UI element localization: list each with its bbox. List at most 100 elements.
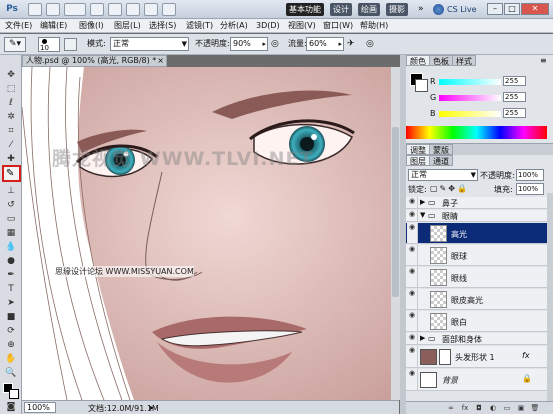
r-input[interactable]: 255	[503, 76, 526, 86]
close-icon[interactable]: ✕	[521, 3, 549, 15]
hand-icon[interactable]	[90, 3, 104, 16]
layer-eyeliner[interactable]: ◉ 眼线	[406, 267, 547, 288]
pressure-size-icon[interactable]: ◎	[366, 38, 378, 50]
mini-bridge-icon[interactable]	[46, 3, 60, 16]
menu-edit[interactable]: 编辑(E)	[40, 19, 67, 33]
link-layers-icon[interactable]: ∞	[446, 404, 456, 413]
gradient-tool-icon[interactable]: ▦	[4, 227, 18, 239]
quick-mask-icon[interactable]: ◙	[4, 401, 18, 413]
zoom-tool-icon[interactable]	[108, 3, 122, 16]
tab-masks[interactable]: 蒙版	[429, 144, 453, 155]
marquee-tool-icon[interactable]: ⬚	[4, 83, 18, 95]
workspace-photography-button[interactable]: 摄影	[386, 3, 408, 16]
chevron-right-icon[interactable]: ▶	[420, 198, 425, 206]
flow-input[interactable]: 60% ▸	[306, 37, 344, 51]
hand-tool-icon[interactable]: ✋	[4, 353, 18, 365]
tab-layers[interactable]: 图层	[406, 155, 430, 166]
visibility-eye-icon[interactable]: ◉	[407, 289, 418, 309]
adjustment-layer-icon[interactable]: ◐	[488, 404, 498, 413]
crop-tool-icon[interactable]: ⌗	[4, 125, 18, 137]
bridge-icon[interactable]	[28, 3, 42, 16]
brush-preset-picker[interactable]: 10	[38, 37, 60, 52]
add-mask-icon[interactable]: ◘	[474, 404, 484, 413]
menu-window[interactable]: 窗口(W)	[323, 19, 353, 33]
layers-scrollbar[interactable]	[547, 193, 553, 401]
menu-file[interactable]: 文件(E)	[5, 19, 32, 33]
opacity-input[interactable]: 90% ▸	[230, 37, 268, 51]
menu-3d[interactable]: 3D(D)	[256, 19, 280, 33]
visibility-eye-icon[interactable]: ◉	[407, 311, 418, 331]
healing-brush-tool-icon[interactable]: ✚	[4, 153, 18, 165]
visibility-eye-icon[interactable]: ◉	[407, 210, 418, 221]
tab-channels[interactable]: 通道	[429, 155, 453, 166]
menu-filter[interactable]: 滤镜(T)	[186, 19, 213, 33]
3d-rotate-tool-icon[interactable]: ⟳	[4, 325, 18, 337]
menu-layer[interactable]: 图层(L)	[114, 19, 141, 33]
layer-opacity-input[interactable]: 100%	[516, 169, 544, 181]
layer-group-face-body[interactable]: ◉ ▶ ▭ 面部和身体	[406, 333, 547, 345]
fx-icon[interactable]: fx	[522, 351, 530, 360]
tab-styles[interactable]: 样式	[452, 55, 476, 66]
zoom-level-icon[interactable]	[64, 3, 86, 16]
eyedropper-tool-icon[interactable]: ⁄	[4, 139, 18, 151]
vertical-scrollbar[interactable]	[391, 67, 400, 400]
minimize-icon[interactable]: –	[487, 3, 503, 15]
g-slider[interactable]	[439, 95, 501, 101]
visibility-eye-icon[interactable]: ◉	[407, 346, 418, 367]
visibility-eye-icon[interactable]: ◉	[407, 197, 418, 208]
visibility-eye-icon[interactable]: ◉	[407, 245, 418, 265]
scroll-thumb[interactable]	[392, 127, 399, 297]
tab-swatches[interactable]: 色板	[429, 55, 453, 66]
tool-preset-icon[interactable]: ✎▾	[4, 37, 26, 52]
zoom-tool-icon[interactable]: 🔍	[4, 367, 18, 379]
new-layer-icon[interactable]: ▣	[516, 404, 526, 413]
eraser-tool-icon[interactable]: ▭	[4, 213, 18, 225]
maximize-icon[interactable]: □	[504, 3, 520, 15]
3d-orbit-tool-icon[interactable]: ⊕	[4, 339, 18, 351]
b-slider[interactable]	[439, 111, 501, 117]
delete-layer-icon[interactable]: 🗑	[530, 404, 540, 413]
color-spectrum-bar[interactable]	[406, 126, 547, 139]
layer-group-nose[interactable]: ◉ ▶ ▭ 鼻子	[406, 197, 547, 209]
document-tab[interactable]: 人物.psd @ 100% (高光, RGB/8) * ×	[22, 55, 167, 67]
layer-group-eyes[interactable]: ◉ ▼ ▭ 眼睛	[406, 210, 547, 222]
color-background-swatch[interactable]	[415, 79, 428, 92]
blend-mode-select[interactable]: 正常 ▼	[408, 169, 478, 181]
move-tool-icon[interactable]: ✥	[4, 69, 18, 81]
g-input[interactable]: 255	[503, 92, 526, 102]
dodge-tool-icon[interactable]: ●	[4, 255, 18, 267]
history-brush-tool-icon[interactable]: ↺	[4, 199, 18, 211]
airbrush-icon[interactable]: ✈	[347, 38, 359, 50]
fill-input[interactable]: 100%	[516, 183, 544, 195]
layer-background[interactable]: ◉ 背景 🔒	[406, 369, 547, 391]
workspace-design-button[interactable]: 设计	[330, 3, 352, 16]
chevron-right-icon[interactable]: ▶	[420, 334, 425, 342]
b-input[interactable]: 255	[503, 108, 526, 118]
background-color-swatch[interactable]	[9, 389, 19, 399]
cs-live-icon[interactable]	[433, 4, 444, 15]
chevron-down-icon[interactable]: ▼	[420, 211, 425, 219]
layer-eyeball[interactable]: ◉ 眼球	[406, 245, 547, 266]
visibility-eye-icon[interactable]: ◉	[407, 223, 418, 243]
canvas[interactable]: 腾龙视觉 WWW.TLVI.NET 思缘设计论坛 WWW.MISSYUAN.CO…	[22, 67, 399, 400]
lock-options-icons[interactable]: ▢✎✥🔒	[430, 184, 469, 193]
panel-menu-icon[interactable]: ≡	[540, 56, 547, 65]
status-menu-icon[interactable]: ▸	[150, 403, 154, 412]
blur-tool-icon[interactable]: 💧	[4, 241, 18, 253]
brush-tool-icon[interactable]: ✎	[2, 165, 21, 182]
visibility-eye-icon[interactable]: ◉	[407, 267, 418, 287]
pen-tool-icon[interactable]: ✒	[4, 269, 18, 281]
workspace-painting-button[interactable]: 绘画	[358, 3, 380, 16]
cs-live-button[interactable]: CS Live	[447, 3, 477, 16]
clone-stamp-tool-icon[interactable]: ⊥	[4, 185, 18, 197]
workspace-essentials-button[interactable]: 基本功能	[286, 3, 324, 16]
menu-analysis[interactable]: 分析(A)	[220, 19, 248, 33]
visibility-eye-icon[interactable]: ◉	[407, 369, 418, 390]
new-group-icon[interactable]: ▭	[502, 404, 512, 413]
menu-select[interactable]: 选择(S)	[149, 19, 176, 33]
tab-adjustments[interactable]: 调整	[406, 144, 430, 155]
quick-select-tool-icon[interactable]: ✲	[4, 111, 18, 123]
visibility-eye-icon[interactable]: ◉	[407, 333, 418, 344]
menu-help[interactable]: 帮助(H)	[360, 19, 388, 33]
mode-select[interactable]: 正常 ▼	[110, 37, 189, 51]
